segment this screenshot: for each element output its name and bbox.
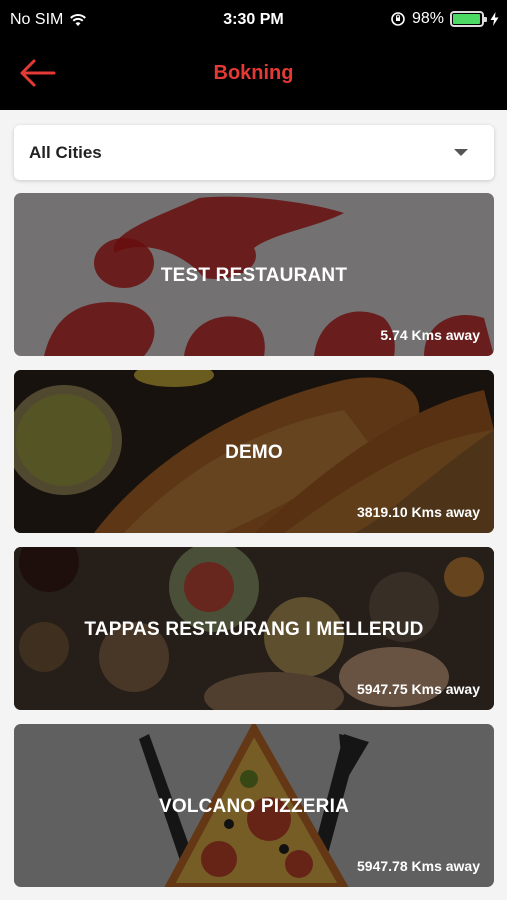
restaurant-card[interactable]: DEMO 3819.10 Kms away: [14, 370, 494, 533]
navigation-bar: Bokning: [0, 40, 507, 110]
status-bar: No SIM 3:30 PM 98%: [0, 0, 507, 40]
city-dropdown[interactable]: All Cities: [14, 125, 494, 180]
orientation-lock-icon: [391, 12, 405, 26]
restaurant-name: VOLCANO PIZZERIA: [158, 796, 350, 817]
chevron-down-icon: [454, 149, 468, 156]
restaurant-card[interactable]: VOLCANO PIZZERIA 5947.78 Kms away: [14, 724, 494, 887]
restaurant-name: DEMO: [225, 442, 283, 463]
city-dropdown-value: All Cities: [29, 143, 102, 162]
restaurant-name: TAPPAS RESTAURANG I MELLERUD: [84, 619, 424, 640]
restaurant-card[interactable]: TEST RESTAURANT 5.74 Kms away: [14, 193, 494, 356]
restaurant-name: TEST RESTAURANT: [160, 265, 348, 286]
battery-icon: [450, 11, 487, 27]
battery-fill: [453, 14, 481, 24]
restaurant-distance: 5947.78 Kms away: [357, 858, 480, 874]
charging-icon: [490, 12, 499, 26]
status-right: 98%: [390, 10, 499, 28]
page-title: Bokning: [213, 62, 294, 84]
restaurant-distance: 3819.10 Kms away: [357, 504, 480, 520]
restaurant-distance: 5947.75 Kms away: [357, 681, 480, 697]
restaurant-distance: 5.74 Kms away: [380, 327, 480, 343]
restaurant-card[interactable]: TAPPAS RESTAURANG I MELLERUD 5947.75 Kms…: [14, 547, 494, 710]
battery-percent: 98%: [411, 10, 444, 27]
